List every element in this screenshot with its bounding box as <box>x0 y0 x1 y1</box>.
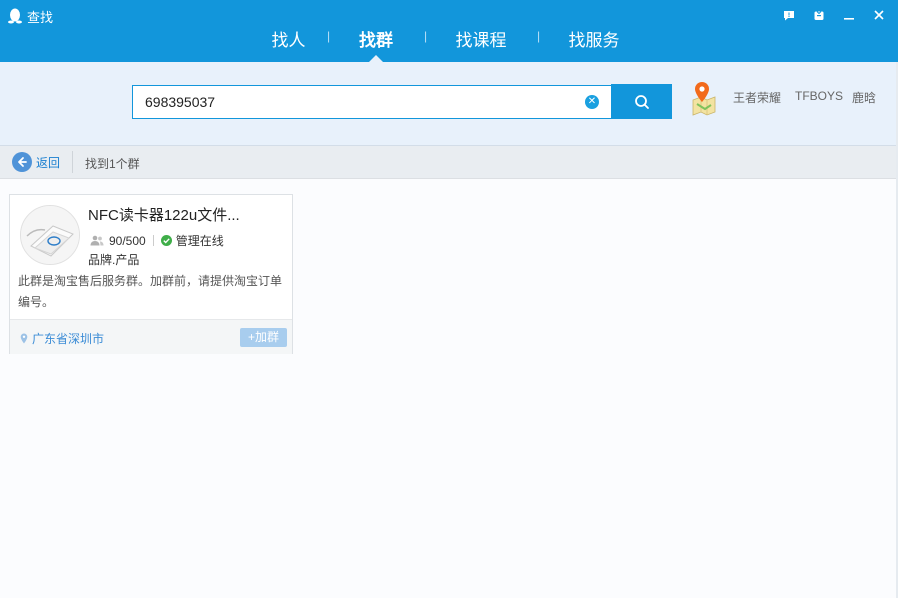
location-pin-icon <box>20 333 28 344</box>
minimize-button[interactable] <box>834 4 864 26</box>
group-card[interactable]: NFC读卡器122u文件... 90/500 管理在线 品牌.产品 此群是淘宝售… <box>9 194 293 354</box>
back-arrow-icon <box>12 152 32 172</box>
result-count: 找到1个群 <box>85 157 140 171</box>
search-icon <box>634 94 649 109</box>
members-icon <box>90 235 104 246</box>
group-location: 广东省深圳市 <box>20 330 104 347</box>
minimize-icon <box>844 18 854 20</box>
qq-penguin-icon <box>8 8 22 24</box>
back-label: 返回 <box>36 155 61 170</box>
group-description: 此群是淘宝售后服务群。加群前，请提供淘宝订单编号。 <box>18 274 283 309</box>
hot-tag[interactable]: 鹿晗 <box>852 89 876 106</box>
tab-find-courses[interactable]: 找课程 <box>425 22 537 62</box>
hot-tag[interactable]: 王者荣耀 <box>733 89 781 106</box>
window-title-text: 查找 <box>27 9 54 25</box>
tab-find-groups[interactable]: 找群 <box>328 22 424 62</box>
title-bar: 查找 找人 | 找群 | 找课程 | 找服务 <box>0 0 898 62</box>
card-footer: 广东省深圳市 +加群 <box>10 319 292 354</box>
close-button[interactable] <box>864 4 894 26</box>
search-button[interactable] <box>611 84 672 119</box>
search-box: ✕ <box>132 85 612 119</box>
online-check-icon <box>160 235 172 246</box>
shirt-icon <box>814 10 824 20</box>
search-input[interactable] <box>145 86 565 118</box>
member-count: 90/500 <box>109 233 146 248</box>
feedback-icon <box>784 10 794 20</box>
feedback-button[interactable] <box>774 4 804 26</box>
clear-search-icon[interactable]: ✕ <box>585 95 599 109</box>
group-stats: 90/500 管理在线 <box>90 232 224 249</box>
admin-status: 管理在线 <box>175 234 224 248</box>
result-bar: 返回 找到1个群 <box>0 146 898 179</box>
location-text: 广东省深圳市 <box>32 332 105 346</box>
close-icon <box>874 10 884 20</box>
tab-find-services[interactable]: 找服务 <box>538 22 650 62</box>
group-name[interactable]: NFC读卡器122u文件... <box>88 204 240 225</box>
nav-tabs: 找人 | 找群 | 找课程 | 找服务 <box>250 22 650 62</box>
search-area: ✕ 王者荣耀 TFBOYS 鹿晗 <box>0 62 898 146</box>
hot-tag[interactable]: TFBOYS <box>795 89 843 103</box>
card-reader-image <box>21 206 79 264</box>
group-avatar[interactable] <box>20 205 80 265</box>
divider <box>152 235 154 246</box>
window-title: 查找 <box>8 6 53 26</box>
join-group-button[interactable]: +加群 <box>240 328 287 347</box>
back-button[interactable]: 返回 <box>12 152 60 172</box>
group-tags: 品牌.产品 <box>88 253 140 267</box>
divider <box>72 151 73 173</box>
map-location-icon[interactable] <box>689 80 719 116</box>
tab-find-people[interactable]: 找人 <box>250 22 327 62</box>
skin-button[interactable] <box>804 4 834 26</box>
